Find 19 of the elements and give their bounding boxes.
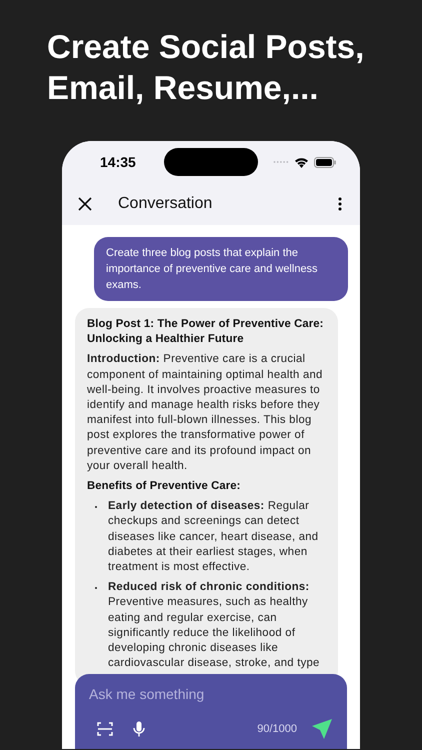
headline: Create Social Posts, Email, Resume,...	[46, 27, 366, 108]
character-counter: 90/1000	[257, 723, 297, 735]
bullet-text: Reduced risk of chronic conditions: Preventive measures, such as healthy eating and regular exercise, can significantly reduce the likelihood of developing chronic diseases like cardiovascular disease, stroke, and type	[108, 580, 321, 672]
message-input[interactable]: Ask me something	[89, 684, 333, 704]
wifi-icon	[294, 156, 309, 168]
message-paragraph: Introduction: Preventive care is a crucial component of maintaining optimal health and well-being. It involves proactive measures to identify and manage health risks before they manifest into full-blown illnesses. This blog post explores the transformative power of preventive care and its profound impact on your overall health.	[87, 352, 324, 474]
close-icon[interactable]	[78, 197, 92, 211]
user-message: Create three blog posts that explain the importance of preventive care and wellness exams.	[94, 237, 348, 301]
microphone-icon[interactable]	[133, 721, 145, 737]
message-heading: Blog Post 1: The Power of Preventive Care: Unlocking a Healthier Future	[87, 317, 324, 348]
screen-title: Conversation	[118, 195, 212, 213]
signal-icon	[273, 160, 289, 164]
bullet-text: Early detection of diseases: Regular checkups and screenings can detect diseases like cancer, heart disease, and diabetes at their earliest stages, when treatment is most effective.	[108, 499, 320, 576]
more-icon[interactable]	[338, 197, 342, 211]
battery-icon	[314, 156, 336, 168]
message-heading: Benefits of Preventive Care:	[87, 479, 242, 494]
send-icon[interactable]	[311, 718, 333, 740]
status-time: 14:35	[100, 154, 136, 170]
scan-icon[interactable]	[97, 722, 113, 736]
